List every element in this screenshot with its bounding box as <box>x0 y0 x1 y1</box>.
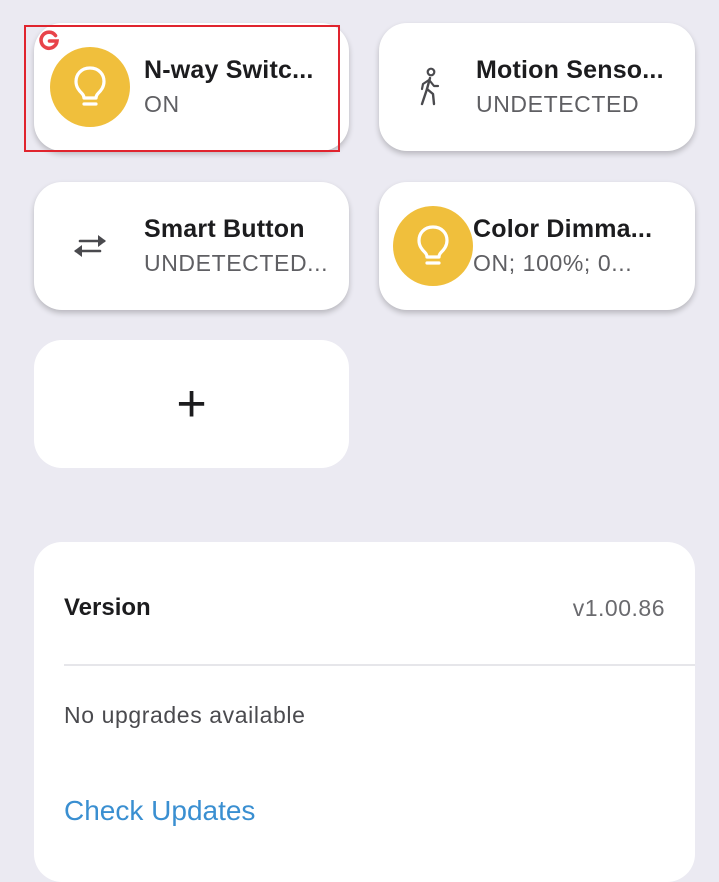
device-name: Smart Button <box>144 215 305 243</box>
add-device-button[interactable]: + <box>34 340 349 468</box>
device-status: ON; 100%; 0... <box>473 250 633 276</box>
plus-icon: + <box>176 375 207 433</box>
device-card-smart-button[interactable]: Smart Button UNDETECTED... <box>34 182 349 310</box>
lightbulb-icon <box>393 206 473 286</box>
divider <box>64 664 695 666</box>
device-status: UNDETECTED <box>476 91 640 117</box>
device-status: UNDETECTED... <box>144 250 329 276</box>
g-badge-icon <box>39 30 59 50</box>
device-name: Color Dimma... <box>473 215 653 243</box>
walking-person-icon <box>390 47 470 127</box>
device-name: Motion Senso... <box>476 56 664 84</box>
version-label: Version <box>64 594 151 621</box>
upgrade-status-text: No upgrades available <box>64 702 306 728</box>
swap-arrows-icon <box>50 206 130 286</box>
selection-highlight <box>24 25 340 152</box>
device-card-motion-sensor[interactable]: Motion Senso... UNDETECTED <box>379 23 695 151</box>
check-updates-link[interactable]: Check Updates <box>64 795 255 827</box>
version-value: v1.00.86 <box>572 594 665 621</box>
device-card-color-dimmable[interactable]: Color Dimma... ON; 100%; 0... <box>379 182 695 310</box>
version-card: Version v1.00.86 No upgrades available C… <box>34 542 695 882</box>
version-row: Version v1.00.86 <box>64 594 665 622</box>
